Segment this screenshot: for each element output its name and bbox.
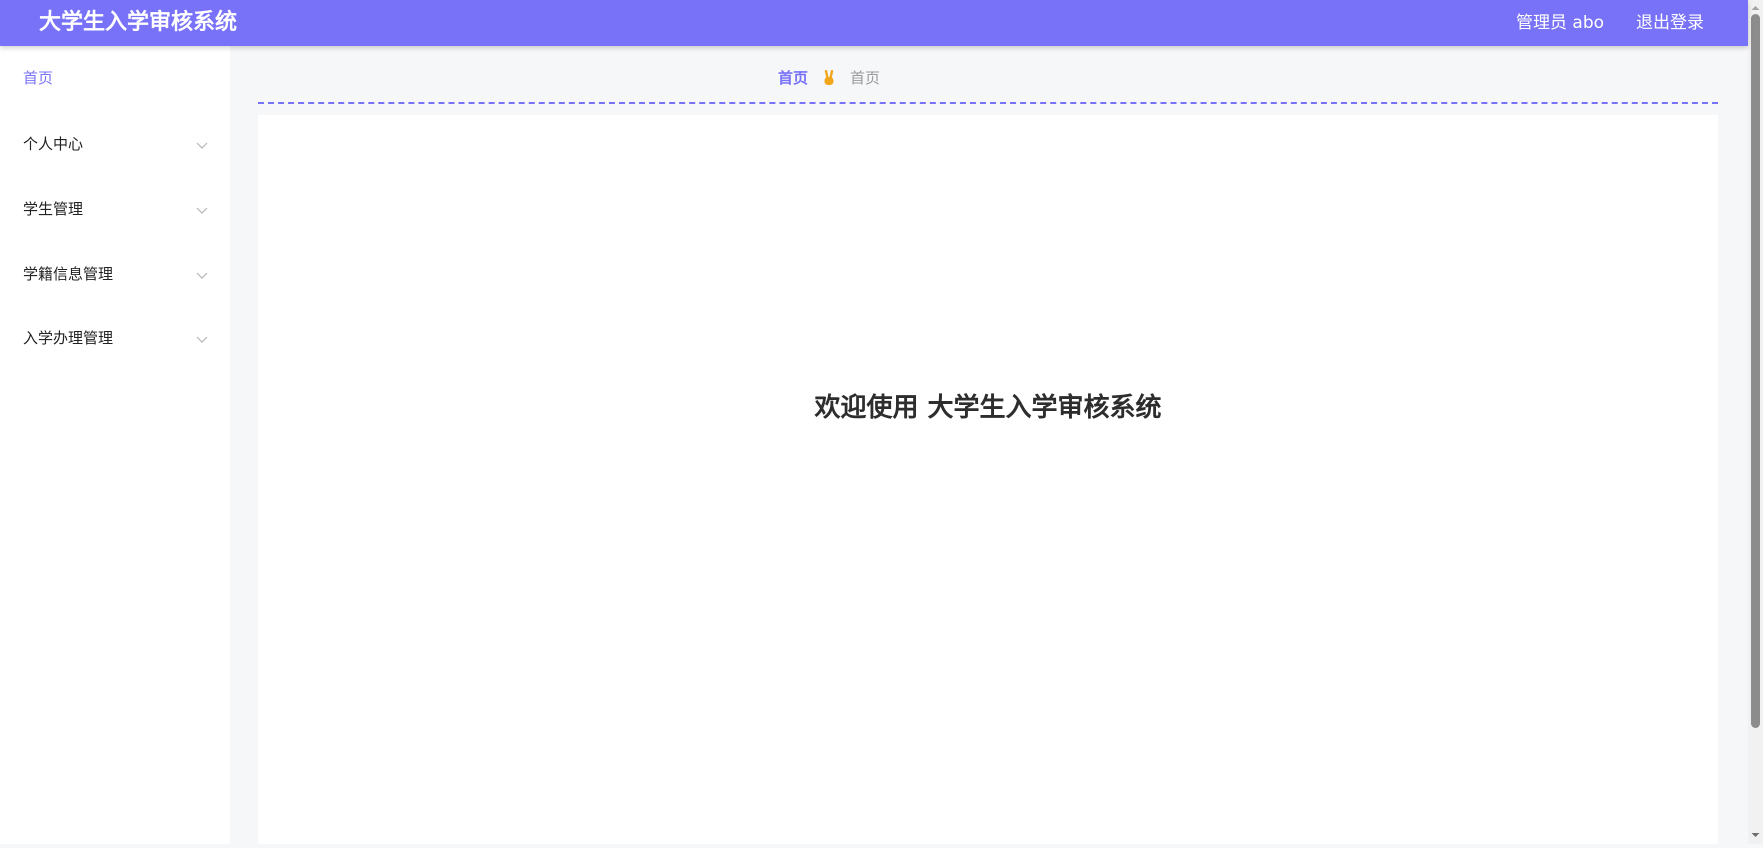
sidebar-item-student-management[interactable]: 学生管理	[0, 189, 230, 229]
sidebar-item-admission-processing-management[interactable]: 入学办理管理	[0, 318, 230, 358]
logout-button[interactable]: 退出登录	[1636, 12, 1704, 34]
app-title: 大学生入学审核系统	[39, 10, 238, 35]
breadcrumb: 首页 首页	[778, 68, 880, 88]
scroll-up-arrow-icon[interactable]	[1748, 0, 1763, 14]
sidebar-item-label: 首页	[23, 69, 54, 87]
sidebar-item-enrollment-info-management[interactable]: 学籍信息管理	[0, 254, 230, 294]
welcome-message: 欢迎使用 大学生入学审核系统	[814, 393, 1162, 423]
dashed-divider	[258, 102, 1718, 104]
sidebar-item-label: 入学办理管理	[23, 329, 114, 347]
sidebar-item-label: 学籍信息管理	[23, 265, 114, 283]
sidebar-item-label: 个人中心	[23, 135, 84, 153]
sidebar-item-home[interactable]: 首页	[0, 58, 230, 98]
chevron-down-icon	[196, 265, 208, 284]
chevron-down-icon	[196, 135, 208, 154]
current-user-label: 管理员 abo	[1516, 13, 1605, 33]
sidebar-menu: 首页 个人中心 学生管理 学籍信息管理 入学办理管理	[0, 46, 230, 844]
scroll-down-arrow-icon[interactable]	[1748, 828, 1763, 844]
top-navigation-bar: 大学生入学审核系统 管理员 abo 退出登录	[0, 0, 1748, 46]
chevron-down-icon	[196, 329, 208, 348]
breadcrumb-home-link[interactable]: 首页	[778, 68, 808, 88]
sidebar-item-personal-center[interactable]: 个人中心	[0, 124, 230, 164]
breadcrumb-current: 首页	[850, 69, 881, 87]
chevron-down-icon	[196, 200, 208, 219]
sidebar-item-label: 学生管理	[23, 200, 84, 218]
vertical-scrollbar[interactable]	[1748, 0, 1763, 844]
victory-hand-icon	[822, 70, 836, 86]
scrollbar-thumb[interactable]	[1751, 14, 1760, 728]
welcome-panel: 欢迎使用 大学生入学审核系统	[258, 115, 1718, 844]
main-content: 首页 首页 欢迎使用 大学生入学审核系统	[230, 46, 1748, 844]
